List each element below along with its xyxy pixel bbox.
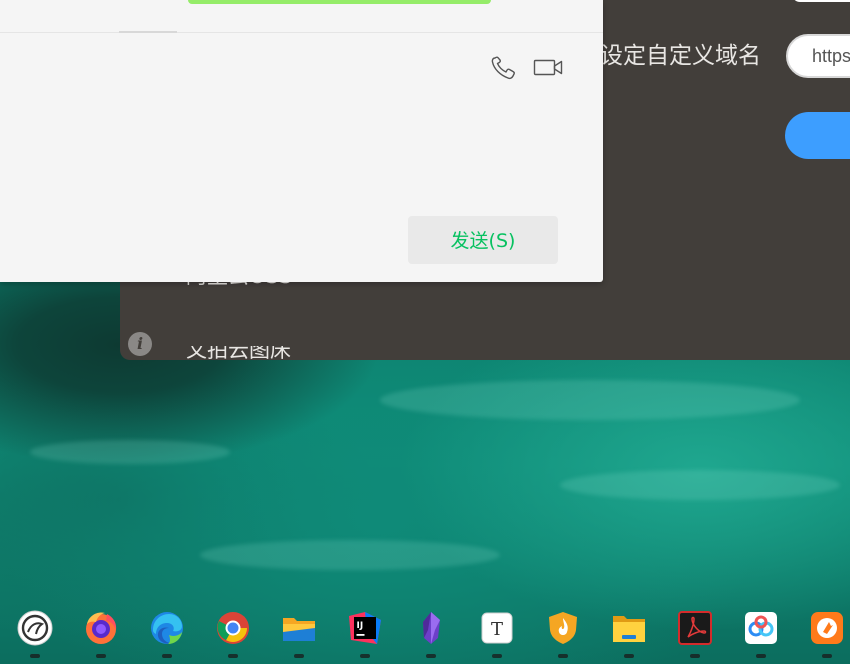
- dock-item[interactable]: [148, 610, 186, 660]
- dock-item[interactable]: [808, 610, 846, 660]
- running-indicator: [822, 654, 832, 658]
- video-call-icon[interactable]: [533, 55, 563, 81]
- dock-item[interactable]: [214, 610, 252, 660]
- dock-item[interactable]: [82, 610, 120, 660]
- wallpaper-highlight: [200, 540, 500, 570]
- app-icon: [17, 610, 53, 646]
- phone-icon[interactable]: [490, 55, 520, 81]
- dock-item[interactable]: [610, 610, 648, 660]
- info-icon[interactable]: i: [128, 332, 152, 356]
- dock-item[interactable]: [676, 610, 714, 660]
- menu-item-upyun[interactable]: 又拍云图床: [186, 346, 291, 360]
- custom-domain-label: 设定自定义域名: [600, 43, 761, 69]
- chrome-icon: [217, 612, 249, 644]
- wallpaper-highlight: [30, 440, 230, 464]
- dock-item[interactable]: T: [478, 610, 516, 660]
- custom-domain-input[interactable]: [786, 34, 850, 78]
- dock-item[interactable]: [412, 610, 450, 660]
- send-button[interactable]: 发送(S): [408, 216, 558, 264]
- running-indicator: [294, 654, 304, 658]
- running-indicator: [624, 654, 634, 658]
- security-app-icon: [549, 612, 577, 644]
- pdf-reader-icon: [678, 611, 712, 645]
- running-indicator: [558, 654, 568, 658]
- running-indicator: [30, 654, 40, 658]
- file-manager-icon: [283, 618, 315, 641]
- running-indicator: [96, 654, 106, 658]
- svg-text:T: T: [491, 619, 503, 640]
- chat-window: 发送(S): [0, 0, 603, 282]
- dock-item[interactable]: [16, 610, 54, 660]
- running-indicator: [360, 654, 370, 658]
- running-indicator: [690, 654, 700, 658]
- running-indicator: [756, 654, 766, 658]
- divider: [0, 32, 603, 33]
- message-input[interactable]: [0, 90, 590, 200]
- intellij-idea-icon: IJ: [349, 612, 381, 644]
- dock-item[interactable]: [544, 610, 582, 660]
- edge-icon: [151, 612, 183, 644]
- obsidian-icon: [423, 612, 440, 644]
- running-indicator: [426, 654, 436, 658]
- dock-item[interactable]: [742, 610, 780, 660]
- baidu-netdisk-icon: [745, 612, 777, 644]
- top-control[interactable]: [792, 0, 850, 2]
- running-indicator: [228, 654, 238, 658]
- confirm-button[interactable]: [785, 112, 850, 159]
- typora-icon: T: [481, 612, 513, 644]
- dock-item[interactable]: IJ: [346, 610, 384, 660]
- svg-text:IJ: IJ: [357, 621, 364, 631]
- running-indicator: [162, 654, 172, 658]
- firefox-icon: [86, 612, 117, 644]
- divider-handle: [119, 31, 177, 33]
- folder-icon: [613, 616, 645, 642]
- menu-item-label: 又拍云图床: [186, 346, 291, 360]
- wallpaper-highlight: [380, 380, 800, 420]
- orange-app-icon: [811, 612, 843, 644]
- dock-item[interactable]: [280, 610, 318, 660]
- running-indicator: [492, 654, 502, 658]
- sent-message-bubble: [188, 0, 491, 4]
- desktop: 设定自定义域名 阿里云OSS 又拍云图床 i 发送(S): [0, 0, 850, 664]
- wallpaper-highlight: [560, 470, 840, 500]
- taskbar-dock: IJ T: [0, 604, 850, 664]
